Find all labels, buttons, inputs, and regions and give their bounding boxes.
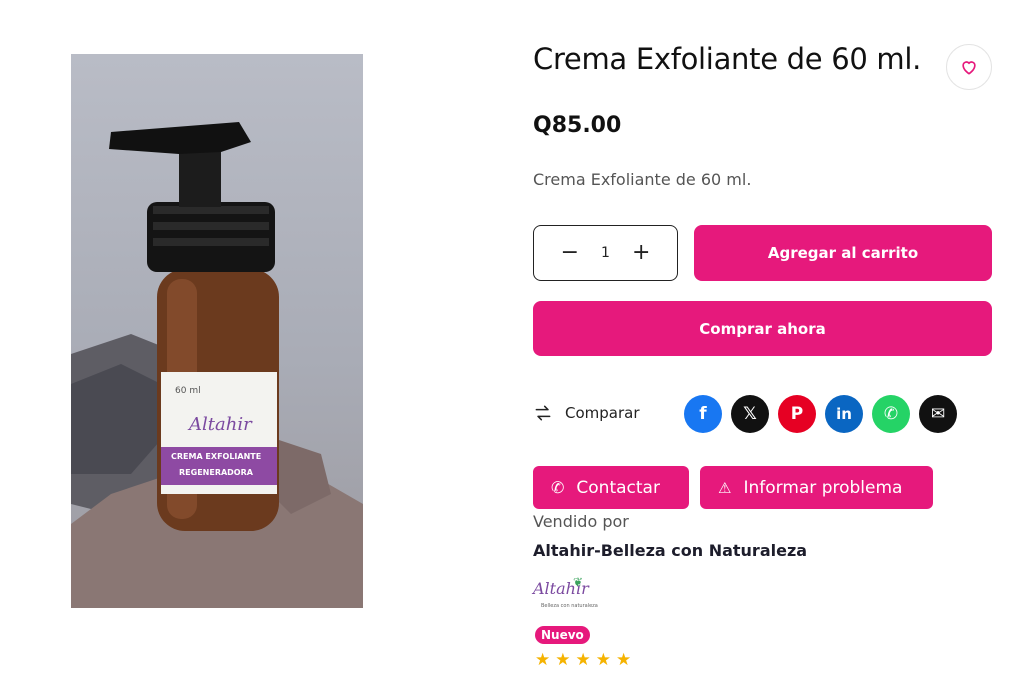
email-icon: ✉ — [930, 404, 946, 424]
contact-label: Contactar — [576, 477, 660, 498]
warning-icon: ⚠ — [718, 478, 732, 497]
whatsapp-icon: ✆ — [883, 404, 899, 424]
star-icon: ★ — [535, 650, 551, 670]
pinterest-icon: P — [790, 404, 804, 424]
x-icon: 𝕏 — [743, 404, 757, 424]
product-price: Q85.00 — [533, 113, 622, 138]
vendor-rating: ★ ★ ★ ★ ★ — [535, 650, 631, 670]
heart-icon — [962, 61, 976, 75]
sold-by-label: Vendido por — [533, 512, 629, 531]
share-facebook-button[interactable]: f — [684, 395, 722, 433]
vendor-logo-subtext: Belleza con naturaleza — [541, 603, 598, 609]
report-problem-button[interactable]: ⚠ Informar problema — [700, 466, 933, 509]
star-icon: ★ — [595, 650, 611, 670]
share-buttons: f 𝕏 P in ✆ ✉ — [684, 395, 957, 433]
share-email-button[interactable]: ✉ — [919, 395, 957, 433]
new-badge: Nuevo — [535, 626, 590, 644]
share-x-button[interactable]: 𝕏 — [731, 395, 769, 433]
quantity-value[interactable]: 1 — [601, 245, 610, 261]
linkedin-icon: in — [836, 405, 852, 423]
star-icon: ★ — [555, 650, 571, 670]
increase-quantity-button[interactable]: + — [632, 242, 650, 264]
wishlist-button[interactable] — [946, 44, 992, 90]
compare-arrows-icon — [535, 405, 551, 421]
star-icon: ★ — [616, 650, 632, 670]
star-icon: ★ — [575, 650, 591, 670]
product-image[interactable]: 60 ml Altahir CREMA EXFOLIANTE REGENERAD… — [71, 54, 363, 608]
label-line1-text: CREMA EXFOLIANTE — [171, 452, 262, 461]
leaf-icon: ❦ — [573, 575, 584, 589]
compare-button[interactable]: Comparar — [533, 403, 640, 423]
compare-label: Comparar — [565, 404, 640, 422]
decrease-quantity-button[interactable]: − — [561, 242, 579, 264]
facebook-icon: f — [699, 404, 707, 424]
contact-button[interactable]: ✆ Contactar — [533, 466, 689, 509]
share-whatsapp-button[interactable]: ✆ — [872, 395, 910, 433]
share-linkedin-button[interactable]: in — [825, 395, 863, 433]
product-short-description: Crema Exfoliante de 60 ml. — [533, 170, 752, 189]
quantity-stepper: − 1 + — [533, 225, 678, 281]
add-to-cart-button[interactable]: Agregar al carrito — [694, 225, 992, 281]
vendor-name[interactable]: Altahir-Belleza con Naturaleza — [533, 541, 807, 560]
label-size-text: 60 ml — [175, 386, 201, 396]
vendor-logo[interactable]: Altahir ❦ Belleza con naturaleza — [533, 575, 598, 615]
report-label: Informar problema — [743, 477, 903, 498]
product-title: Crema Exfoliante de 60 ml. — [533, 42, 922, 76]
share-pinterest-button[interactable]: P — [778, 395, 816, 433]
label-line2-text: REGENERADORA — [179, 468, 253, 477]
buy-now-button[interactable]: Comprar ahora — [533, 301, 992, 356]
phone-icon: ✆ — [551, 478, 565, 497]
label-brand-text: Altahir — [189, 414, 252, 435]
